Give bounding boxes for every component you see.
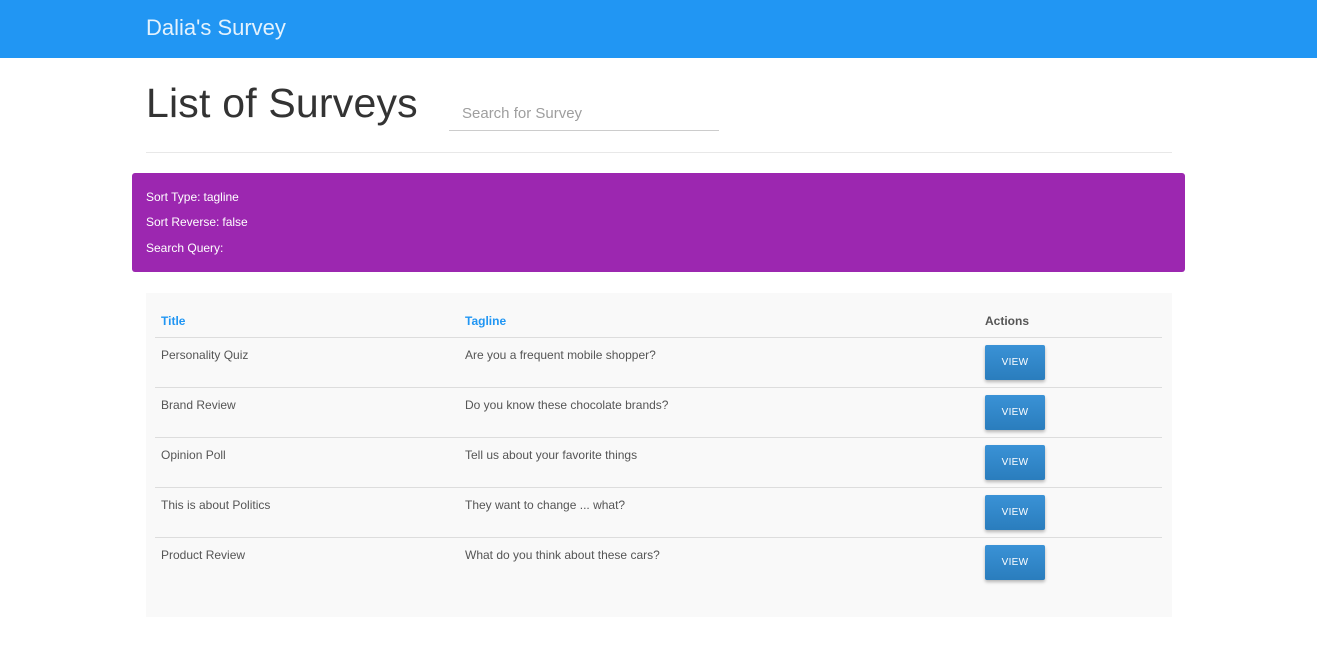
sort-reverse-line: Sort Reverse: false <box>146 215 248 230</box>
page-title: List of Surveys <box>146 80 418 126</box>
table-row: Personality Quiz Are you a frequent mobi… <box>155 337 1162 387</box>
view-button[interactable]: VIEW <box>985 394 1045 430</box>
row-tagline: Do you know these chocolate brands? <box>459 386 979 437</box>
table-row: Brand Review Do you know these chocolate… <box>155 386 1162 437</box>
sort-reverse-label: Sort Reverse: <box>146 215 220 229</box>
tagline-column-header[interactable]: Tagline <box>459 306 979 338</box>
search-query-line: Search Query: <box>146 241 226 256</box>
view-button[interactable]: VIEW <box>985 444 1045 480</box>
row-tagline: What do you think about these cars? <box>459 536 979 587</box>
row-actions: VIEW <box>979 536 1162 587</box>
row-actions: VIEW <box>979 486 1162 537</box>
row-actions: VIEW <box>979 386 1162 437</box>
table-row: Opinion Poll Tell us about your favorite… <box>155 436 1162 487</box>
search-query-label: Search Query: <box>146 241 224 255</box>
brand-link[interactable]: Dalia's Survey <box>146 14 286 42</box>
row-actions: VIEW <box>979 436 1162 487</box>
sort-type-label: Sort Type: <box>146 190 201 204</box>
row-tagline: Are you a frequent mobile shopper? <box>465 347 656 362</box>
row-tagline: They want to change ... what? <box>459 486 979 537</box>
table-header-row: Title Tagline Actions <box>155 306 1162 338</box>
row-title: Product Review <box>155 536 459 587</box>
view-button[interactable]: VIEW <box>985 544 1045 580</box>
row-title: Opinion Poll <box>155 436 459 487</box>
table-row: This is about Politics They want to chan… <box>155 486 1162 537</box>
row-title: This is about Politics <box>155 486 459 537</box>
sort-type-value: tagline <box>203 190 239 204</box>
row-actions: VIEW <box>979 337 1162 387</box>
actions-column-header: Actions <box>979 306 1162 338</box>
sort-reverse-value: false <box>222 215 248 229</box>
view-button[interactable]: VIEW <box>985 494 1045 530</box>
sort-type-line: Sort Type: tagline <box>146 190 239 205</box>
header-divider <box>146 152 1172 153</box>
row-title: Personality Quiz <box>161 347 249 362</box>
view-button[interactable]: VIEW <box>985 344 1045 380</box>
row-title: Brand Review <box>155 386 459 437</box>
search-input[interactable] <box>449 96 719 130</box>
row-tagline: Tell us about your favorite things <box>459 436 979 487</box>
sort-info-panel: Sort Type: tagline Sort Reverse: false Sea… <box>132 173 1185 272</box>
surveys-table: Title Tagline Actions Personality Quiz A… <box>155 306 1162 587</box>
search-field <box>449 96 719 131</box>
top-navbar: Dalia's Survey <box>0 0 1317 58</box>
title-column-header[interactable]: Title <box>155 306 459 338</box>
surveys-table-panel: Title Tagline Actions Personality Quiz A… <box>146 293 1172 617</box>
table-row: Product Review What do you think about t… <box>155 536 1162 587</box>
